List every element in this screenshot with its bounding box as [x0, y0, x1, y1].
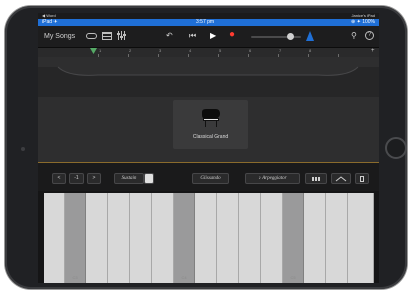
octave-display: -1 [69, 173, 84, 184]
help-icon[interactable]: ? [365, 31, 374, 40]
ruler-bar-number: 2 [129, 48, 132, 53]
record-icon[interactable]: ● [229, 30, 235, 40]
screen: ◀ Word Janice's iPad iPad ✈ 3:57 pm ⊕ ✦ … [38, 13, 379, 283]
control-bar: My Songs ↶ ⏮ ▶ ● ⚲ ? [38, 26, 379, 48]
playhead-icon[interactable] [90, 48, 97, 54]
arpeggiator-button[interactable]: ♪ Arpeggiator [245, 173, 300, 184]
piano-key[interactable] [304, 193, 326, 283]
key-label-c5: C5 [290, 275, 296, 280]
octave-up-button[interactable]: > [87, 173, 101, 184]
status-battery: ⊕ ✦ 100% [351, 19, 375, 25]
rewind-icon[interactable]: ⏮ [189, 32, 196, 40]
sustain-lock-icon[interactable] [144, 173, 154, 184]
front-camera [21, 147, 25, 151]
piano-key[interactable] [326, 193, 348, 283]
ruler-bar-number: 5 [219, 48, 222, 53]
ruler-bar-number: 1 [99, 48, 102, 53]
home-button[interactable] [385, 137, 407, 159]
instrument-name: Classical Grand [192, 134, 229, 140]
glissando-button[interactable]: Glissando [192, 173, 229, 184]
keyboard-layout-icon[interactable] [305, 173, 327, 184]
piano-key[interactable] [130, 193, 152, 283]
velocity-icon[interactable] [355, 173, 369, 184]
ruler-bar-number: 8 [309, 48, 312, 53]
key-label-c3: C3 [72, 275, 78, 280]
scroll-mode-icon[interactable] [331, 173, 351, 184]
ruler-bar-number: 4 [189, 48, 192, 53]
status-carrier: iPad ✈ [42, 19, 58, 25]
instrument-area: Classical Grand [38, 57, 379, 163]
add-section-button[interactable]: + [371, 48, 375, 55]
mixer-icon[interactable] [117, 31, 127, 40]
arpeggiator-label: Arpeggiator [262, 176, 287, 181]
piano-lid-shape [38, 66, 379, 97]
grand-piano-icon [202, 109, 220, 127]
piano-key[interactable]: C5 [283, 193, 304, 283]
notes-icon: ♪ [258, 176, 261, 181]
view-tracks-button[interactable] [86, 33, 97, 39]
sustain-button[interactable]: Sustain [114, 173, 144, 184]
ruler-bar-number: 7 [279, 48, 282, 53]
master-volume-slider[interactable] [251, 33, 301, 40]
piano-key[interactable] [261, 193, 283, 283]
piano-key[interactable]: C3 [65, 193, 86, 283]
piano-key[interactable] [108, 193, 130, 283]
metronome-icon[interactable] [306, 31, 314, 41]
piano-key[interactable] [239, 193, 261, 283]
key-label-c4: C4 [181, 275, 187, 280]
piano-keyboard[interactable]: C3 C4 C5 [44, 193, 374, 283]
undo-icon[interactable]: ↶ [166, 32, 173, 40]
play-icon[interactable]: ▶ [210, 32, 216, 40]
status-time: 3:57 pm [196, 19, 215, 25]
volume-slider-thumb[interactable] [287, 33, 294, 40]
piano-key[interactable] [152, 193, 174, 283]
piano-key[interactable] [44, 193, 65, 283]
piano-key[interactable] [217, 193, 239, 283]
instrument-selector[interactable]: Classical Grand [173, 100, 248, 149]
piano-key[interactable] [348, 193, 374, 283]
settings-icon[interactable]: ⚲ [351, 32, 357, 40]
piano-key[interactable]: C4 [174, 193, 195, 283]
octave-down-button[interactable]: < [52, 173, 66, 184]
browser-icon[interactable] [102, 32, 112, 40]
timeline-ruler[interactable]: + 1 2 3 4 5 6 7 8 [38, 48, 379, 57]
ruler-bar-number: 3 [159, 48, 162, 53]
status-bar: iPad ✈ 3:57 pm ⊕ ✦ 100% [38, 19, 379, 26]
piano-key[interactable] [195, 193, 217, 283]
ruler-bar-number: 6 [249, 48, 252, 53]
my-songs-button[interactable]: My Songs [44, 33, 75, 40]
piano-key[interactable] [86, 193, 108, 283]
